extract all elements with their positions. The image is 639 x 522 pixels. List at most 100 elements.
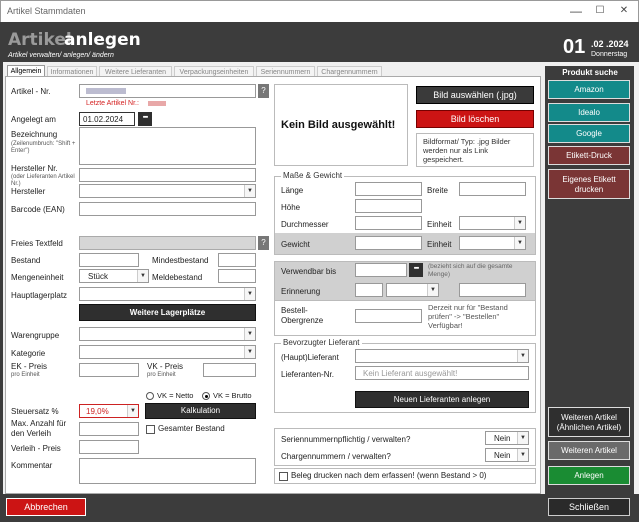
erinnerung-input[interactable] <box>355 283 383 297</box>
charge-select[interactable]: Nein ▼ <box>485 448 529 462</box>
beleg-label: Beleg drucken nach dem erfassen! (wenn B… <box>291 471 487 480</box>
bestell-input[interactable] <box>355 309 422 323</box>
erinnerung-select[interactable]: ▼ <box>386 283 439 297</box>
verwendbar-input[interactable] <box>355 263 407 277</box>
max-anzahl-input[interactable] <box>79 422 139 436</box>
hauptlagerplatz-label: Hauptlagerplatz <box>11 291 68 300</box>
warengruppe-select[interactable]: ▼ <box>79 327 256 341</box>
haupt-lieferant-label: (Haupt)Lieferant <box>281 353 339 362</box>
einheit-label-2: Einheit <box>427 240 452 249</box>
weiteren-aehnlichen-button[interactable]: Weiteren Artikel (Ähnlichen Artikel) <box>548 407 630 437</box>
durchmesser-input[interactable] <box>355 216 422 230</box>
chevron-down-icon: ▼ <box>127 405 138 417</box>
erinnerung-date-input[interactable] <box>459 283 526 297</box>
calendar-icon[interactable]: ▪▪▪ <box>138 112 152 126</box>
mindestbestand-label: Mindestbestand <box>152 256 209 265</box>
haupt-lieferant-select[interactable]: ▼ <box>355 349 529 363</box>
bestell-hint: Derzeit nur für "Bestand prüfen" -> "Bes… <box>428 303 508 330</box>
laenge-input[interactable] <box>355 182 422 196</box>
einheit-label-1: Einheit <box>427 220 452 229</box>
abbrechen-button[interactable]: Abbrechen <box>6 498 86 516</box>
gesamter-bestand-checkbox[interactable] <box>146 425 155 434</box>
vk-preis-hint: pro Einheit <box>147 372 176 378</box>
angelegt-input[interactable]: 01.02.2024 <box>79 112 135 126</box>
schliessen-button[interactable]: Schließen <box>548 498 630 516</box>
idealo-button[interactable]: Idealo <box>548 103 630 122</box>
meldebestand-input[interactable] <box>218 269 256 283</box>
kommentar-input[interactable] <box>79 458 256 484</box>
vk-brutto-radio[interactable] <box>202 392 210 400</box>
verleih-preis-input[interactable] <box>79 440 139 454</box>
supplier-group-label: Bevorzugter Lieferant <box>281 338 362 347</box>
mindestbestand-input[interactable] <box>218 253 256 267</box>
freies-textfeld-help-icon[interactable]: ? <box>258 236 269 250</box>
beleg-checkbox[interactable] <box>279 472 288 481</box>
gesamter-bestand-label: Gesamter Bestand <box>158 424 225 433</box>
verwendbar-label: Verwendbar bis <box>281 267 337 276</box>
verwendbar-calendar-icon[interactable]: ▪▪▪ <box>409 263 423 277</box>
kategorie-select[interactable]: ▼ <box>79 345 256 359</box>
serial-label: Seriennummernpflichtig / verwalten? <box>281 435 411 444</box>
steuersatz-select[interactable]: 19,0% ▼ <box>79 404 139 418</box>
gewicht-input[interactable] <box>355 236 422 250</box>
charge-value: Nein <box>494 451 511 460</box>
bestand-input[interactable] <box>79 253 139 267</box>
mengeneinheit-select[interactable]: Stück ▼ <box>79 269 149 283</box>
laenge-label: Länge <box>281 186 304 195</box>
chevron-down-icon: ▼ <box>244 185 255 197</box>
hauptlagerplatz-select[interactable]: ▼ <box>79 287 256 301</box>
ek-preis-input[interactable] <box>79 363 139 377</box>
minimize-icon[interactable]: — <box>567 3 585 19</box>
amazon-button[interactable]: Amazon <box>548 80 630 99</box>
chevron-down-icon: ▼ <box>244 328 255 340</box>
etikett-druck-button[interactable]: Etikett-Druck <box>548 146 630 165</box>
anlegen-button[interactable]: Anlegen <box>548 466 630 485</box>
hersteller-nr-input[interactable] <box>79 168 256 182</box>
delete-image-button[interactable]: Bild löschen <box>416 110 534 128</box>
chevron-down-icon: ▼ <box>514 217 525 229</box>
vk-preis-input[interactable] <box>203 363 256 377</box>
hoehe-input[interactable] <box>355 199 422 213</box>
freies-textfeld-input[interactable] <box>79 236 256 250</box>
serial-select[interactable]: Nein ▼ <box>485 431 529 445</box>
hersteller-select[interactable]: ▼ <box>79 184 256 198</box>
ek-preis-label: EK - Preis <box>11 362 48 371</box>
vk-netto-radio[interactable] <box>146 392 154 400</box>
barcode-input[interactable] <box>79 202 256 216</box>
lieferanten-nr-label: Lieferanten-Nr. <box>281 370 334 379</box>
no-image-text: Kein Bild ausgewählt! <box>281 119 396 131</box>
warengruppe-label: Warengruppe <box>11 331 60 340</box>
einheit-select-2[interactable]: ▼ <box>459 236 526 250</box>
left-border <box>0 62 3 494</box>
bestand-label: Bestand <box>11 256 41 265</box>
artikel-nr-label: Artikel - Nr. <box>11 87 51 96</box>
eigenes-etikett-button[interactable]: Eigenes Etikett drucken <box>548 169 630 199</box>
page-subtitle: Artikel verwalten/ anlegen/ ändern <box>8 52 114 59</box>
breite-input[interactable] <box>459 182 526 196</box>
einheit-select-1[interactable]: ▼ <box>459 216 526 230</box>
chevron-down-icon: ▼ <box>137 270 148 282</box>
hersteller-nr-label: Hersteller Nr. <box>11 164 58 173</box>
vk-netto-label: VK = Netto <box>157 391 194 400</box>
kalkulation-button[interactable]: Kalkulation <box>145 403 256 419</box>
meldebestand-label: Meldebestand <box>152 273 203 282</box>
breite-label: Breite <box>427 186 448 195</box>
neuen-lieferanten-button[interactable]: Neuen Lieferanten anlegen <box>355 391 529 408</box>
bezeichnung-input[interactable] <box>79 127 256 165</box>
mengeneinheit-value: Stück <box>88 272 109 281</box>
lieferanten-nr-input[interactable]: Kein Lieferant ausgewählt! <box>355 366 529 380</box>
freies-textfeld-label: Freies Textfeld <box>11 239 63 248</box>
maximize-icon[interactable]: ☐ <box>591 3 609 19</box>
artikel-nr-help-icon[interactable]: ? <box>258 84 269 98</box>
weiteren-artikel-button[interactable]: Weiteren Artikel <box>548 441 630 460</box>
bestell-label: Bestell-Obergrenze <box>281 306 324 325</box>
weitere-lagerplaetze-button[interactable]: Weitere Lagerplätze <box>79 304 256 321</box>
hoehe-label: Höhe <box>281 203 301 212</box>
close-icon[interactable]: ✕ <box>615 3 633 19</box>
vk-preis-label: VK - Preis <box>147 362 184 371</box>
select-image-button[interactable]: Bild auswählen (.jpg) <box>416 86 534 104</box>
page-header: Artikel anlegen Artikel verwalten/ anleg… <box>0 22 639 62</box>
window-title: Artikel Stammdaten <box>7 6 86 16</box>
google-button[interactable]: Google <box>548 124 630 143</box>
chevron-down-icon: ▼ <box>244 346 255 358</box>
